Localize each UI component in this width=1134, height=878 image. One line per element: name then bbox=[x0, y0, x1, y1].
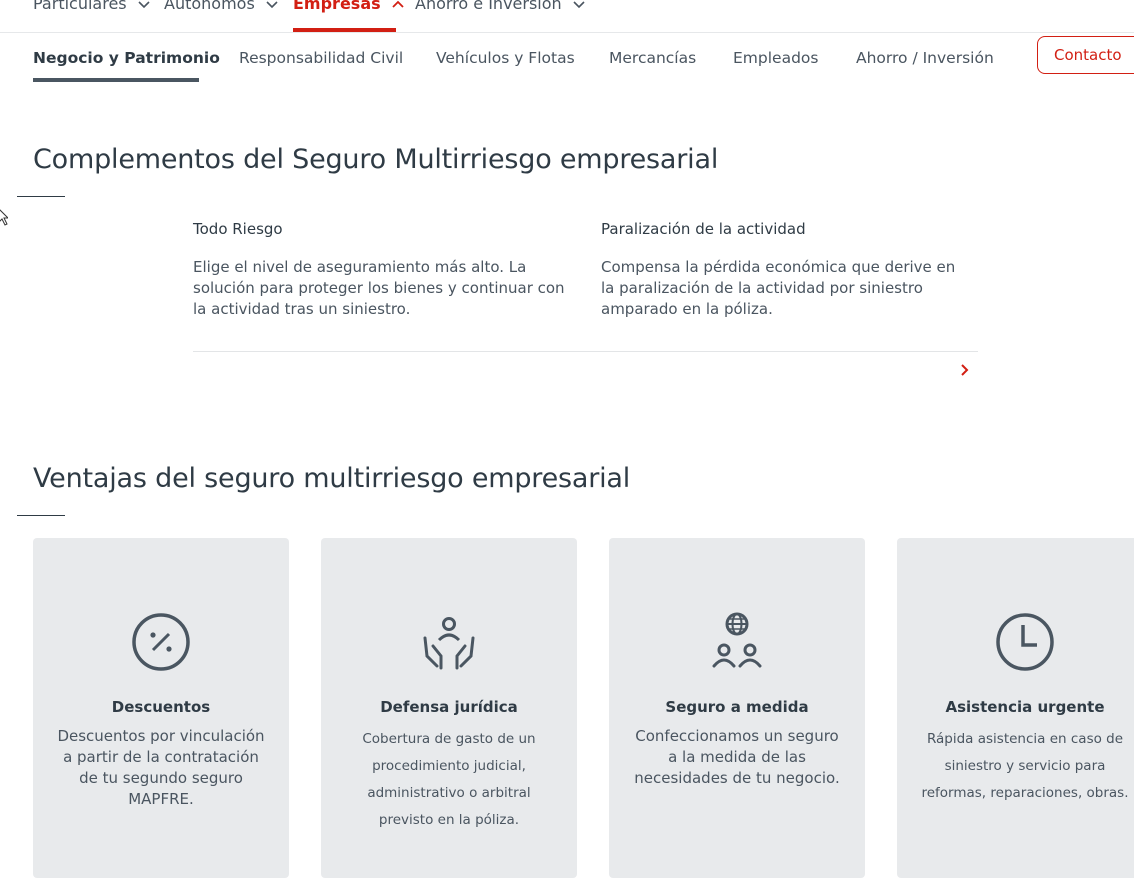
topnav-active-indicator bbox=[293, 28, 396, 32]
ventajas-heading: Ventajas del seguro multirriesgo empresa… bbox=[33, 463, 631, 494]
benefit-card-defensa-juridica: Defensa jurídica Cobertura de gasto de u… bbox=[321, 538, 577, 878]
carousel-divider bbox=[193, 351, 978, 352]
benefit-card-asistencia-urgente: Asistencia urgente Rápida asistencia en … bbox=[897, 538, 1134, 878]
benefit-card-descuentos: Descuentos Descuentos por vinculación a … bbox=[33, 538, 289, 878]
tab-mercancias[interactable]: Mercancías bbox=[609, 49, 696, 67]
mouse-cursor-icon bbox=[0, 209, 8, 226]
top-navigation: Particulares Autónomos Empresas Ahorro e… bbox=[0, 0, 1134, 33]
benefit-title: Descuentos bbox=[111, 698, 211, 716]
tab-responsabilidad-civil[interactable]: Responsabilidad Civil bbox=[239, 49, 403, 67]
contact-button[interactable]: Contacto bbox=[1037, 36, 1134, 74]
topnav-item-label: Ahorro e Inversión bbox=[415, 0, 562, 13]
complementos-heading: Complementos del Seguro Multirriesgo emp… bbox=[33, 144, 719, 175]
complement-title-todo-riesgo: Todo Riesgo bbox=[193, 220, 283, 238]
benefit-title: Defensa jurídica bbox=[380, 698, 518, 716]
benefit-desc: Cobertura de gasto de un procedimiento j… bbox=[362, 731, 536, 828]
complement-desc-paralizacion: Compensa la pérdida económica que derive… bbox=[601, 258, 956, 318]
legal-defense-icon bbox=[423, 617, 475, 670]
clock-icon bbox=[996, 613, 1054, 671]
benefit-title: Asistencia urgente bbox=[945, 698, 1105, 716]
sub-navigation: Negocio y Patrimonio Responsabilidad Civ… bbox=[0, 33, 1134, 93]
topnav-item-label: Autónomos bbox=[164, 0, 255, 13]
complement-desc-todo-riesgo: Elige el nivel de aseguramiento más alto… bbox=[193, 258, 565, 318]
benefit-card-seguro-medida: Seguro a medida Confeccionamos un seguro… bbox=[609, 538, 865, 878]
active-tab-underline bbox=[33, 78, 199, 82]
benefit-title: Seguro a medida bbox=[665, 698, 809, 716]
heading-rule bbox=[17, 196, 65, 197]
topnav-item-autonomos[interactable]: Autónomos bbox=[164, 0, 279, 13]
tab-vehiculos-flotas[interactable]: Vehículos y Flotas bbox=[436, 49, 575, 67]
benefit-desc: Rápida asistencia en caso de siniestro y… bbox=[921, 731, 1129, 801]
topnav-item-particulares[interactable]: Particulares bbox=[33, 0, 151, 13]
chevron-down-icon bbox=[266, 0, 278, 8]
topnav-item-label: Particulares bbox=[33, 0, 127, 13]
people-globe-icon bbox=[712, 612, 762, 668]
topnav-item-label: Empresas bbox=[293, 0, 381, 13]
chevron-down-icon bbox=[573, 0, 585, 8]
heading-rule bbox=[17, 515, 65, 516]
topnav-item-ahorro-inversion[interactable]: Ahorro e Inversión bbox=[415, 0, 586, 13]
benefit-desc: Descuentos por vinculación a partir de l… bbox=[57, 727, 265, 808]
chevron-right-icon[interactable] bbox=[958, 362, 972, 378]
benefit-desc: Confeccionamos un seguro a la medida de … bbox=[634, 727, 840, 787]
chevron-up-icon bbox=[392, 0, 404, 8]
tab-negocio-patrimonio[interactable]: Negocio y Patrimonio bbox=[33, 49, 220, 67]
tab-ahorro-inversion[interactable]: Ahorro / Inversión bbox=[856, 49, 994, 67]
percent-discount-icon bbox=[132, 613, 190, 671]
chevron-down-icon bbox=[138, 0, 150, 8]
tab-empleados[interactable]: Empleados bbox=[733, 49, 818, 67]
topnav-item-empresas[interactable]: Empresas bbox=[293, 0, 405, 13]
complement-title-paralizacion: Paralización de la actividad bbox=[601, 220, 806, 238]
